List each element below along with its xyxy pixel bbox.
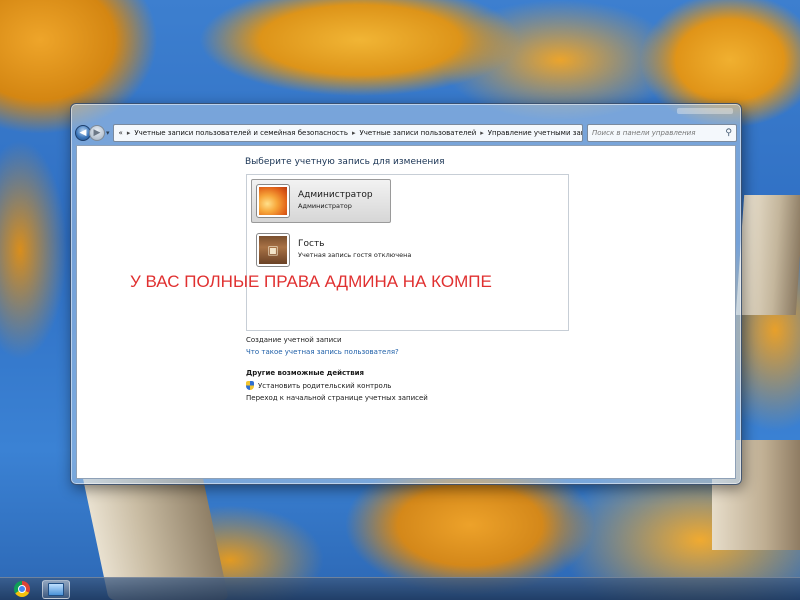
account-name: Гость — [298, 239, 325, 249]
shield-icon — [246, 381, 254, 390]
wallpaper-trunk-right — [735, 195, 800, 315]
account-picture — [256, 184, 290, 218]
back-arrow-icon: ◀ — [79, 127, 87, 138]
account-tile-guest[interactable]: ▣ Гость Учетная запись гостя отключена — [251, 228, 431, 272]
content-pane: Выберите учетную запись для изменения Ад… — [76, 145, 736, 479]
forward-button[interactable]: ▶ — [89, 125, 105, 141]
chrome-icon — [14, 581, 30, 597]
account-picture: ▣ — [256, 233, 290, 267]
other-actions-heading: Другие возможные действия — [246, 369, 365, 377]
account-tile-administrator[interactable]: Администратор Администратор — [251, 179, 391, 223]
breadcrumb-separator[interactable]: ▸ — [352, 129, 356, 137]
breadcrumb-separator[interactable]: ▸ — [127, 129, 131, 137]
control-panel-window: ◀ ▶ ▾ « ▸ Учетные записи пользователей и… — [70, 103, 742, 485]
breadcrumb-item-family-safety[interactable]: Учетные записи пользователей и семейная … — [134, 129, 348, 137]
address-bar[interactable]: « ▸ Учетные записи пользователей и семей… — [112, 124, 583, 142]
search-icon[interactable]: ⚲ — [725, 128, 732, 138]
briefcase-picture-icon: ▣ — [259, 236, 287, 264]
taskbar — [0, 577, 800, 600]
navigation-bar: ◀ ▶ ▾ « ▸ Учетные записи пользователей и… — [75, 122, 737, 144]
taskbar-chrome-button[interactable] — [8, 580, 36, 599]
control-panel-icon — [48, 582, 64, 596]
breadcrumb-item-user-accounts[interactable]: Учетные записи пользователей — [359, 129, 476, 137]
caption-buttons[interactable] — [677, 108, 733, 114]
breadcrumb-item-manage-accounts[interactable]: Управление учетными записями — [488, 129, 582, 137]
account-status: Учетная запись гостя отключена — [298, 251, 412, 259]
breadcrumb-overflow[interactable]: « — [119, 129, 123, 137]
accounts-list: Администратор Администратор ▣ Гость Учет… — [246, 174, 569, 331]
breadcrumb-separator[interactable]: ▸ — [480, 129, 484, 137]
account-name: Администратор — [298, 190, 373, 200]
accounts-home-link[interactable]: Переход к начальной странице учетных зап… — [246, 394, 428, 402]
what-is-account-link[interactable]: Что такое учетная запись пользователя? — [246, 348, 399, 356]
forward-arrow-icon: ▶ — [93, 127, 101, 138]
create-account-link[interactable]: Создание учетной записи — [246, 336, 342, 344]
flower-picture-icon — [259, 187, 287, 215]
taskbar-control-panel-button[interactable] — [42, 579, 70, 599]
parental-controls-label: Установить родительский контроль — [258, 381, 392, 390]
account-type: Администратор — [298, 202, 352, 210]
search-box[interactable]: ⚲ — [587, 124, 737, 142]
recent-pages-dropdown[interactable]: ▾ — [106, 129, 110, 137]
search-input[interactable] — [592, 129, 726, 137]
parental-controls-link[interactable]: Установить родительский контроль — [246, 381, 391, 390]
page-title: Выберите учетную запись для изменения — [245, 157, 445, 167]
overlay-caption: У ВАС ПОЛНЫЕ ПРАВА АДМИНА НА КОМПЕ — [130, 272, 492, 291]
